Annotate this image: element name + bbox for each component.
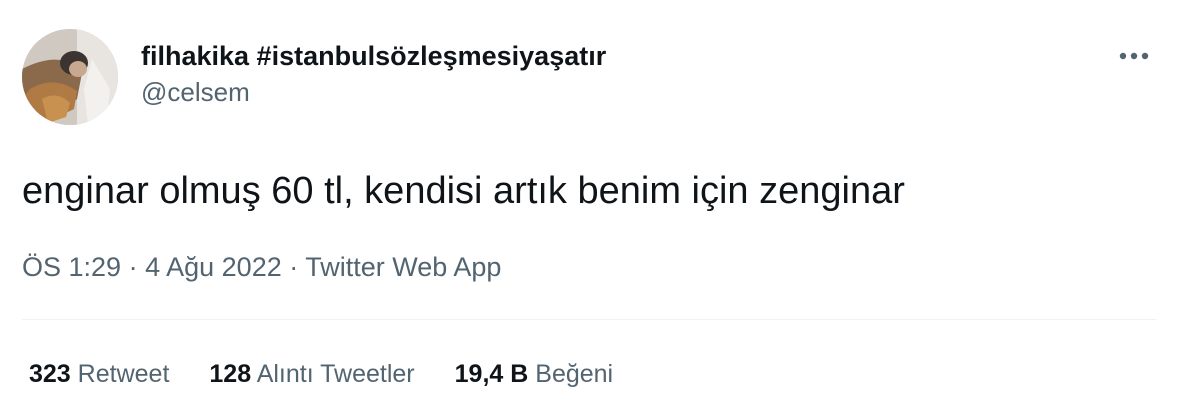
meta-separator: · [128, 252, 138, 282]
tweet-time[interactable]: ÖS 1:29 [22, 252, 121, 282]
more-horizontal-icon [1119, 52, 1149, 60]
quote-label: Alıntı Tweetler [256, 360, 415, 388]
tweet-stats: 323 Retweet 128 Alıntı Tweetler 19,4 B B… [29, 356, 653, 392]
likes-stat[interactable]: 19,4 B Beğeni [455, 356, 613, 392]
profile-photo-icon [22, 29, 118, 125]
meta-separator: · [289, 252, 299, 282]
tweet-metadata: ÖS 1:29 · 4 Ağu 2022 · Twitter Web App [22, 248, 501, 286]
tweet-source[interactable]: Twitter Web App [305, 252, 501, 282]
retweet-count: 323 [29, 360, 71, 388]
quote-tweets-stat[interactable]: 128 Alıntı Tweetler [209, 356, 414, 392]
like-count: 19,4 B [454, 360, 529, 388]
retweet-label: Retweet [77, 360, 170, 388]
tweet-date[interactable]: 4 Ağu 2022 [145, 252, 282, 282]
divider [22, 319, 1156, 320]
more-options-button[interactable] [1112, 36, 1156, 76]
like-label: Beğeni [535, 360, 614, 388]
user-handle[interactable]: @celsem [141, 74, 606, 110]
avatar[interactable] [22, 29, 118, 125]
tweet-card: filhakika #istanbulsözleşmesiyaşatır @ce… [0, 0, 1180, 416]
quote-count: 128 [209, 360, 252, 388]
retweets-stat[interactable]: 323 Retweet [29, 356, 169, 392]
display-name[interactable]: filhakika #istanbulsözleşmesiyaşatır [141, 36, 606, 76]
user-info: filhakika #istanbulsözleşmesiyaşatır @ce… [141, 36, 606, 110]
tweet-text: enginar olmuş 60 tl, kendisi artık benim… [22, 170, 905, 212]
